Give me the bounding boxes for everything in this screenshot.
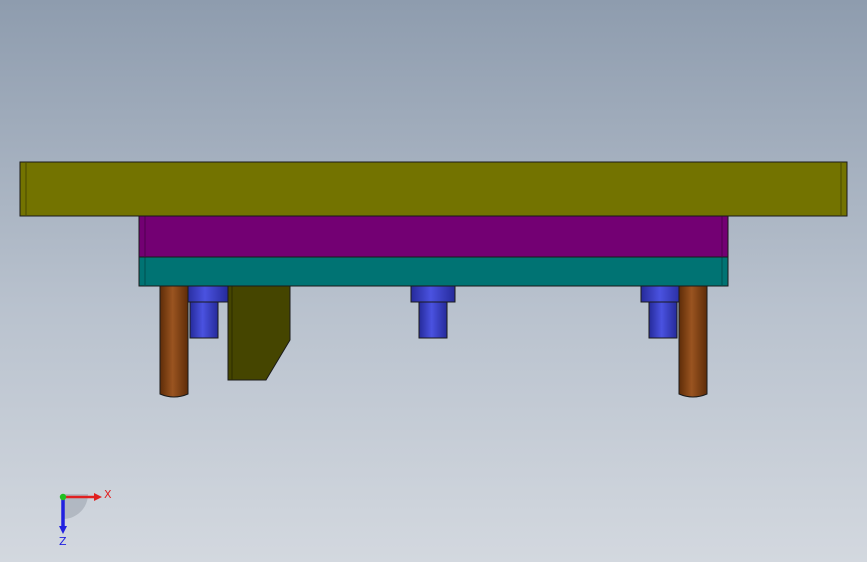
- part-model[interactable]: [0, 0, 867, 562]
- bushing-right[interactable]: [640, 285, 684, 339]
- z-axis-label: Z: [59, 535, 67, 548]
- graphics-viewport[interactable]: X Z: [0, 0, 867, 562]
- bushing-left[interactable]: [185, 285, 229, 339]
- bushing-center[interactable]: [410, 285, 456, 339]
- middle-plate[interactable]: [138, 215, 729, 258]
- guide-pin-left[interactable]: [159, 285, 189, 398]
- bracket[interactable]: [227, 285, 291, 381]
- y-axis-dot: [59, 493, 67, 501]
- orientation-triad: X Z: [59, 488, 112, 548]
- x-axis-label: X: [104, 488, 112, 501]
- top-plate[interactable]: [19, 161, 848, 217]
- bottom-plate[interactable]: [138, 256, 729, 287]
- guide-pin-right[interactable]: [678, 285, 708, 398]
